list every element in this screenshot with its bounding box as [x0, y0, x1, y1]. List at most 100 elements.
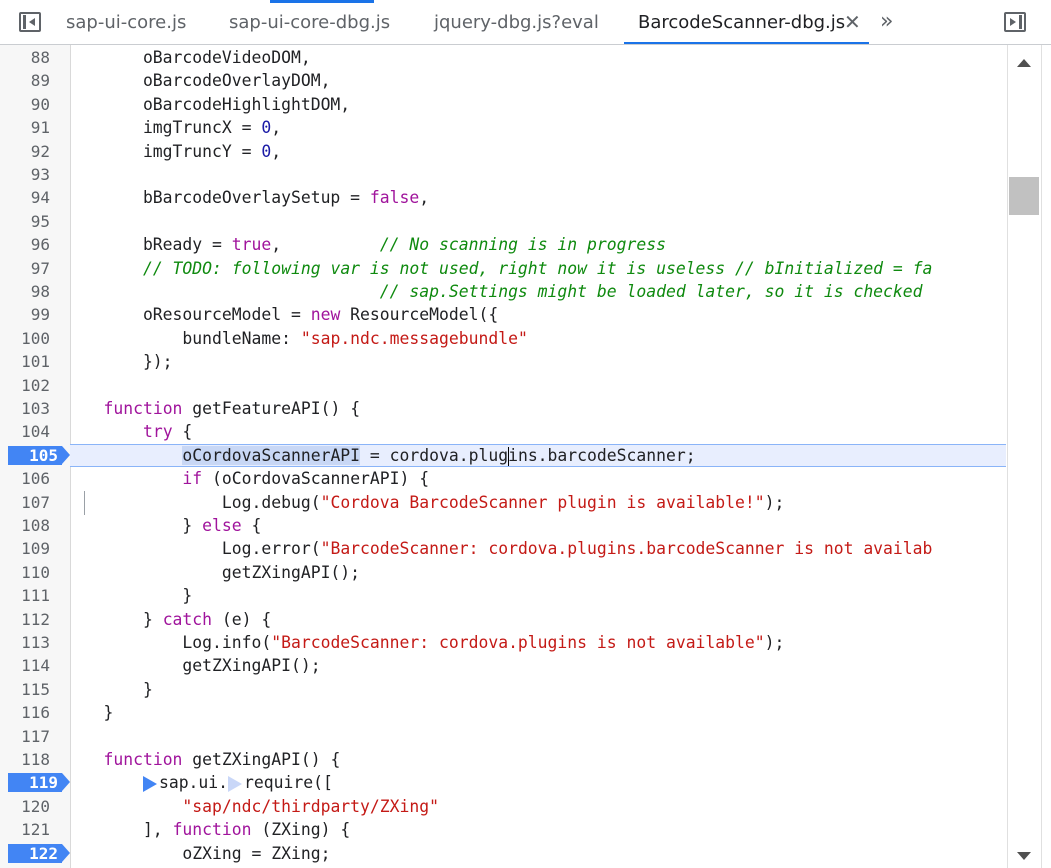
code-line[interactable]: 116 }: [0, 701, 1008, 724]
code-line[interactable]: 102: [0, 374, 1008, 397]
code-line[interactable]: 100 bundleName: "sap.ndc.messagebundle": [0, 327, 1008, 350]
scrollbar-thumb[interactable]: [1009, 177, 1039, 215]
line-number[interactable]: 92: [0, 140, 50, 163]
line-number[interactable]: 112: [0, 608, 50, 631]
line-number[interactable]: 103: [0, 397, 50, 420]
code-text: oCordovaScannerAPI = cordova.plugins.bar…: [182, 445, 696, 466]
code-line[interactable]: 119 sap.ui. require([: [0, 771, 1008, 794]
code-line[interactable]: 114 getZXingAPI();: [0, 654, 1008, 677]
line-number[interactable]: 121: [0, 818, 50, 841]
scroll-up-icon[interactable]: [1017, 59, 1031, 67]
code-text: function getFeatureAPI() {: [103, 399, 361, 418]
code-line[interactable]: 101 });: [0, 350, 1008, 373]
line-number[interactable]: 91: [0, 116, 50, 139]
tab-sap-ui-core-dbg[interactable]: sap-ui-core-dbg.js: [229, 0, 390, 44]
code-line[interactable]: 91 imgTruncX = 0,: [0, 116, 1008, 139]
tab-barcodescanner-dbg[interactable]: BarcodeScanner-dbg.js: [638, 0, 845, 44]
code-line[interactable]: 94 bBarcodeOverlaySetup = false,: [0, 186, 1008, 209]
line-number[interactable]: 101: [0, 350, 50, 373]
code-text: oBarcodeVideoDOM,: [64, 48, 311, 67]
code-line[interactable]: 88 oBarcodeVideoDOM,: [0, 46, 1008, 69]
code-line[interactable]: 105 oCordovaScannerAPI = cordova.plugins…: [0, 443, 1008, 468]
code-line[interactable]: 112 } catch (e) {: [0, 608, 1008, 631]
line-number[interactable]: 120: [0, 795, 50, 818]
line-number[interactable]: 104: [0, 420, 50, 443]
line-number[interactable]: 95: [0, 210, 50, 233]
line-number[interactable]: 116: [0, 701, 50, 724]
code-text: bReady = true, // No scanning is in prog…: [64, 235, 666, 255]
line-number[interactable]: 108: [0, 514, 50, 537]
code-line[interactable]: 99 oResourceModel = new ResourceModel({: [0, 303, 1008, 326]
editor-tab-bar: sap-ui-core.js sap-ui-core-dbg.js jquery…: [0, 0, 1051, 45]
breakpoint-marker[interactable]: 119: [8, 773, 70, 793]
scroll-down-icon[interactable]: [1017, 852, 1031, 860]
line-number[interactable]: 106: [0, 467, 50, 490]
line-number[interactable]: 111: [0, 584, 50, 607]
line-number[interactable]: 98: [0, 280, 50, 303]
code-text: try {: [142, 422, 193, 442]
line-number[interactable]: 118: [0, 748, 50, 771]
code-editor[interactable]: 88 oBarcodeVideoDOM, 89 oBarcodeOverlayDO…: [0, 46, 1008, 868]
close-icon[interactable]: ✕: [844, 0, 861, 44]
code-text: }: [64, 586, 193, 606]
line-number[interactable]: 115: [0, 678, 50, 701]
line-number[interactable]: 102: [0, 374, 50, 397]
code-line[interactable]: 106 if (oCordovaScannerAPI) {: [0, 467, 1008, 490]
tab-sap-ui-core[interactable]: sap-ui-core.js: [66, 0, 186, 44]
code-line[interactable]: 110 getZXingAPI();: [0, 561, 1008, 584]
code-line[interactable]: 90 oBarcodeHighlightDOM,: [0, 93, 1008, 116]
code-line[interactable]: 118 function getZXingAPI() {: [0, 748, 1008, 771]
line-number[interactable]: 107: [0, 491, 50, 514]
vertical-scrollbar[interactable]: [1007, 45, 1041, 868]
code-line[interactable]: 89 oBarcodeOverlayDOM,: [0, 69, 1008, 92]
breakpoint-marker[interactable]: 122: [8, 843, 70, 863]
tab-jquery-dbg[interactable]: jquery-dbg.js?eval: [434, 0, 599, 44]
code-text: sap.ui. require([: [64, 771, 333, 794]
more-tabs-icon[interactable]: »: [880, 0, 894, 44]
code-line[interactable]: 120 "sap/ndc/thirdparty/ZXing": [0, 795, 1008, 818]
code-line[interactable]: 107 Log.debug("Cordova BarcodeScanner pl…: [0, 491, 1008, 514]
code-line[interactable]: 92 imgTruncY = 0,: [0, 140, 1008, 163]
code-text: oBarcodeHighlightDOM,: [64, 94, 351, 114]
line-number[interactable]: 96: [0, 233, 50, 256]
line-number[interactable]: 88: [0, 46, 50, 69]
code-line[interactable]: 93: [0, 163, 1008, 186]
line-number[interactable]: 109: [0, 537, 50, 560]
line-number[interactable]: 90: [0, 93, 50, 116]
line-number[interactable]: 93: [0, 163, 50, 186]
code-line[interactable]: 122 oZXing = ZXing;: [0, 842, 1008, 865]
code-line[interactable]: 121 ], function (ZXing) {: [0, 818, 1008, 841]
code-line[interactable]: 103 function getFeatureAPI() {: [0, 397, 1008, 420]
code-text: if (oCordovaScannerAPI) {: [182, 469, 430, 489]
code-text: }: [64, 703, 114, 723]
code-line[interactable]: 98 // sap.Settings might be loaded later…: [0, 280, 1008, 303]
line-number[interactable]: 114: [0, 654, 50, 677]
code-line[interactable]: 97 // TODO: following var is not used, r…: [0, 257, 1008, 280]
line-number[interactable]: 100: [0, 327, 50, 350]
code-line[interactable]: 95: [0, 210, 1008, 233]
code-line[interactable]: 111 }: [0, 584, 1008, 607]
code-text: } catch (e) {: [64, 609, 272, 629]
code-line[interactable]: 96 bReady = true, // No scanning is in p…: [0, 233, 1008, 256]
line-number: 119: [29, 773, 58, 793]
toggle-navigator-icon[interactable]: [19, 12, 41, 32]
line-number[interactable]: 113: [0, 631, 50, 654]
line-number[interactable]: 99: [0, 303, 50, 326]
code-line[interactable]: 115 }: [0, 678, 1008, 701]
code-text: Log.error("BarcodeScanner: cordova.plugi…: [64, 539, 933, 559]
code-line[interactable]: 104 try {: [0, 420, 1008, 443]
toggle-debugger-icon[interactable]: [1004, 12, 1026, 32]
code-line[interactable]: 113 Log.info("BarcodeScanner: cordova.pl…: [0, 631, 1008, 654]
line-number[interactable]: 110: [0, 561, 50, 584]
line-number[interactable]: 89: [0, 69, 50, 92]
code-line[interactable]: 109 Log.error("BarcodeScanner: cordova.p…: [0, 537, 1008, 560]
code-line[interactable]: 117: [0, 725, 1008, 748]
line-number[interactable]: 94: [0, 186, 50, 209]
code-text: getZXingAPI();: [64, 562, 361, 582]
line-number[interactable]: 117: [0, 725, 50, 748]
code-line[interactable]: 108 } else {: [0, 514, 1008, 537]
code-text: }: [64, 679, 153, 699]
breakpoint-marker[interactable]: 105: [8, 445, 70, 465]
code-text: bBarcodeOverlaySetup = false,: [64, 188, 430, 208]
line-number[interactable]: 97: [0, 257, 50, 280]
